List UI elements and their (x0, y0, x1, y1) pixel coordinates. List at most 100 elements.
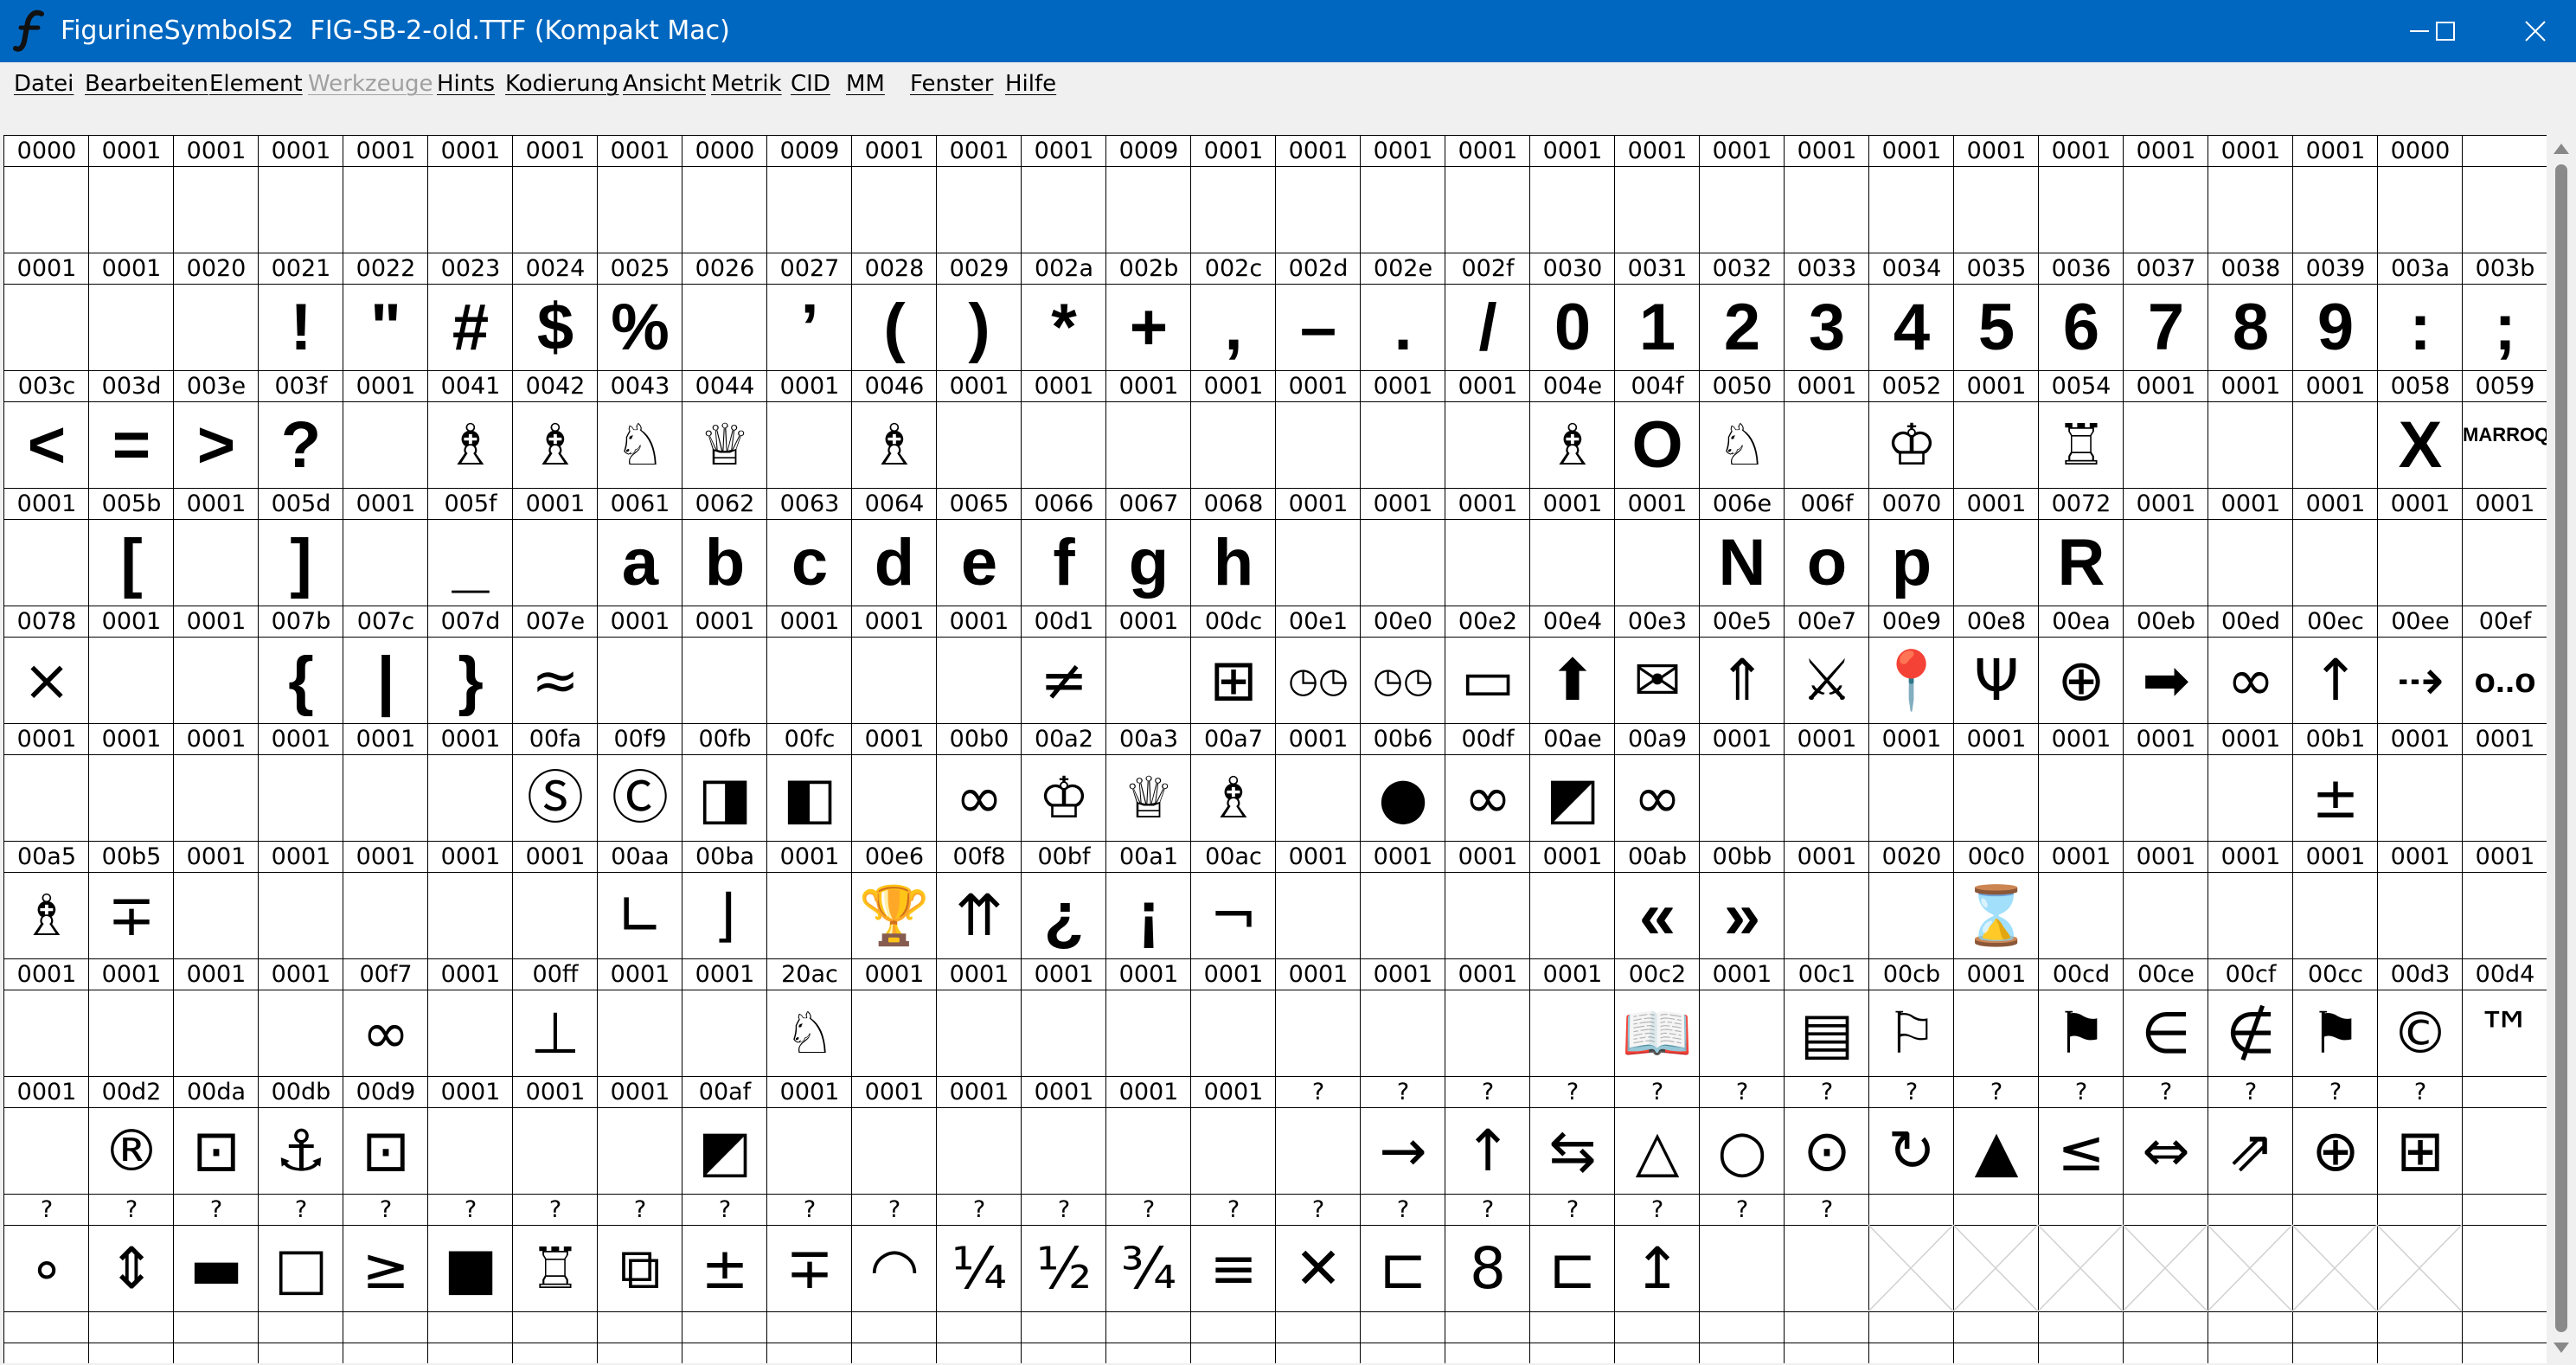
glyph-cell[interactable]: ? ⧉ (598, 1195, 682, 1312)
glyph-cell[interactable]: 00bb » (1700, 842, 1785, 959)
glyph-cell[interactable] (1022, 1312, 1106, 1363)
glyph-cell[interactable]: ? ↻ (1869, 1077, 1954, 1195)
glyph-cell[interactable]: 0001 (1954, 724, 2039, 842)
glyph-cell[interactable]: 0001 (1191, 1077, 1276, 1195)
glyph-cell[interactable]: 00e1 ◷◷ (1276, 606, 1361, 724)
glyph-cell[interactable]: 0001 (2463, 842, 2547, 959)
glyph-cell[interactable]: 003f? (259, 371, 343, 489)
glyph-cell[interactable]: 00e3 ✉ (1615, 606, 1700, 724)
glyph-cell[interactable]: 00aa ∟ (598, 842, 682, 959)
glyph-cell[interactable]: 007c | (343, 606, 428, 724)
glyph-cell[interactable]: 0001 (1276, 842, 1361, 959)
glyph-cell[interactable]: 0001 (2208, 489, 2293, 606)
glyph-cell[interactable]: 0001 (1954, 489, 2039, 606)
glyph-cell[interactable]: 0001 (2208, 724, 2293, 842)
menu-hilfe[interactable]: Hilfe (1005, 62, 1056, 106)
glyph-cell[interactable]: 0020 (174, 253, 259, 371)
glyph-cell[interactable]: 00ff ⊥ (513, 959, 598, 1077)
glyph-cell[interactable]: 002d – (1276, 253, 1361, 371)
glyph-cell[interactable]: 0001 (1954, 959, 2039, 1077)
glyph-cell[interactable]: 0001 (4, 253, 89, 371)
glyph-cell[interactable]: 0001 (852, 606, 937, 724)
glyph-cell[interactable]: ? (1785, 1195, 1869, 1312)
glyph-cell[interactable]: 00ab « (1615, 842, 1700, 959)
glyph-cell[interactable]: 00ac ¬ (1191, 842, 1276, 959)
glyph-cell[interactable]: 0001 (598, 959, 682, 1077)
glyph-cell[interactable]: 0001 (937, 1077, 1022, 1195)
glyph-cell[interactable]: 0001 (89, 253, 174, 371)
glyph-cell[interactable]: 007e ≈ (513, 606, 598, 724)
menu-ansicht[interactable]: Ansicht (623, 62, 706, 106)
glyph-cell[interactable]: 0054 ♖ (2039, 371, 2124, 489)
glyph-cell[interactable] (937, 1312, 1022, 1363)
glyph-cell[interactable]: 0001 (343, 842, 428, 959)
glyph-cell[interactable]: ? ⊕ (2293, 1077, 2378, 1195)
glyph-cell[interactable]: 0001 (2124, 724, 2208, 842)
glyph-cell[interactable]: 0001 (1530, 136, 1615, 253)
glyph-cell[interactable]: 00cd ⚑ (2039, 959, 2124, 1077)
glyph-cell[interactable]: 00e6 🏆 (852, 842, 937, 959)
glyph-cell[interactable]: 0001 (2039, 842, 2124, 959)
glyph-cell[interactable]: 0046 ♗ (852, 371, 937, 489)
glyph-cell[interactable]: 0030 0 (1530, 253, 1615, 371)
glyph-cell[interactable] (1869, 1195, 1954, 1312)
glyph-cell[interactable]: 0020 (1869, 842, 1954, 959)
glyph-cell[interactable]: 0052 ♔ (1869, 371, 1954, 489)
glyph-cell[interactable]: 0001 (1445, 371, 1530, 489)
glyph-cell[interactable]: 0001 (1700, 959, 1785, 1077)
glyph-cell[interactable]: 0001 (513, 489, 598, 606)
glyph-cell[interactable]: 00b6 ● (1361, 724, 1445, 842)
menu-datei[interactable]: Datei (14, 62, 74, 106)
glyph-cell[interactable]: 0058 X (2378, 371, 2463, 489)
glyph-cell[interactable]: 0001 (1785, 371, 1869, 489)
glyph-cell[interactable]: ? ▲ (1954, 1077, 2039, 1195)
glyph-cell[interactable]: 004e ♗ (1530, 371, 1615, 489)
menu-fenster[interactable]: Fenster (910, 62, 993, 106)
glyph-cell[interactable]: 0001 (1785, 724, 1869, 842)
glyph-cell[interactable]: 0001 (2208, 136, 2293, 253)
glyph-cell[interactable]: ? ± (682, 1195, 767, 1312)
glyph-cell[interactable]: 0001 (174, 136, 259, 253)
glyph-cell[interactable]: 0039 9 (2293, 253, 2378, 371)
glyph-cell[interactable]: 0026 (682, 253, 767, 371)
glyph-cell[interactable]: 0001 (1445, 842, 1530, 959)
glyph-cell[interactable]: 0062 b (682, 489, 767, 606)
glyph-cell[interactable] (1869, 1312, 1954, 1363)
glyph-cell[interactable]: 0001 (1954, 371, 2039, 489)
glyph-cell[interactable]: 0001 (1530, 489, 1615, 606)
menu-metrik[interactable]: Metrik (711, 62, 782, 106)
glyph-cell[interactable]: 0001 (1106, 1077, 1191, 1195)
glyph-cell[interactable]: 0001 (428, 136, 513, 253)
glyph-cell[interactable]: 0000 (2378, 136, 2463, 253)
glyph-cell[interactable]: 00d4 ™ (2463, 959, 2547, 1077)
glyph-cell[interactable]: 0001 (1785, 842, 1869, 959)
glyph-cell[interactable]: 0001 (1700, 724, 1785, 842)
menu-kodierung[interactable]: Kodierung (505, 62, 619, 106)
glyph-cell[interactable]: 0001 (1361, 489, 1445, 606)
glyph-cell[interactable] (1785, 1312, 1869, 1363)
glyph-cell[interactable]: 00ce ∈ (2124, 959, 2208, 1077)
glyph-cell[interactable]: 0001 (852, 136, 937, 253)
glyph-cell[interactable]: 0001 (174, 606, 259, 724)
scroll-down-arrow-icon[interactable] (2554, 1343, 2569, 1353)
glyph-cell[interactable] (2378, 1312, 2463, 1363)
glyph-cell[interactable]: 0070 p (1869, 489, 1954, 606)
glyph-cell[interactable]: 0067 g (1106, 489, 1191, 606)
glyph-cell[interactable]: 0037 7 (2124, 253, 2208, 371)
glyph-cell[interactable] (513, 1312, 598, 1363)
glyph-cell[interactable]: 0001 (1106, 371, 1191, 489)
glyph-cell[interactable]: 002a * (1022, 253, 1106, 371)
glyph-cell[interactable]: 00a3 ♕ (1106, 724, 1191, 842)
glyph-cell[interactable]: 0001 (1276, 489, 1361, 606)
glyph-cell[interactable]: 0001 (1191, 371, 1276, 489)
glyph-cell[interactable]: ? △ (1615, 1077, 1700, 1195)
glyph-cell[interactable]: ? ⇆ (1530, 1077, 1615, 1195)
glyph-cell[interactable] (2463, 1312, 2547, 1363)
glyph-cell[interactable]: 00e5 ⇑ (1700, 606, 1785, 724)
glyph-cell[interactable]: 0001 (767, 1077, 852, 1195)
glyph-cell[interactable]: 0009 (767, 136, 852, 253)
glyph-cell[interactable]: 0001 (1022, 371, 1106, 489)
glyph-cell[interactable]: ? (1700, 1195, 1785, 1312)
glyph-cell[interactable] (2039, 1312, 2124, 1363)
glyph-cell[interactable] (682, 1312, 767, 1363)
